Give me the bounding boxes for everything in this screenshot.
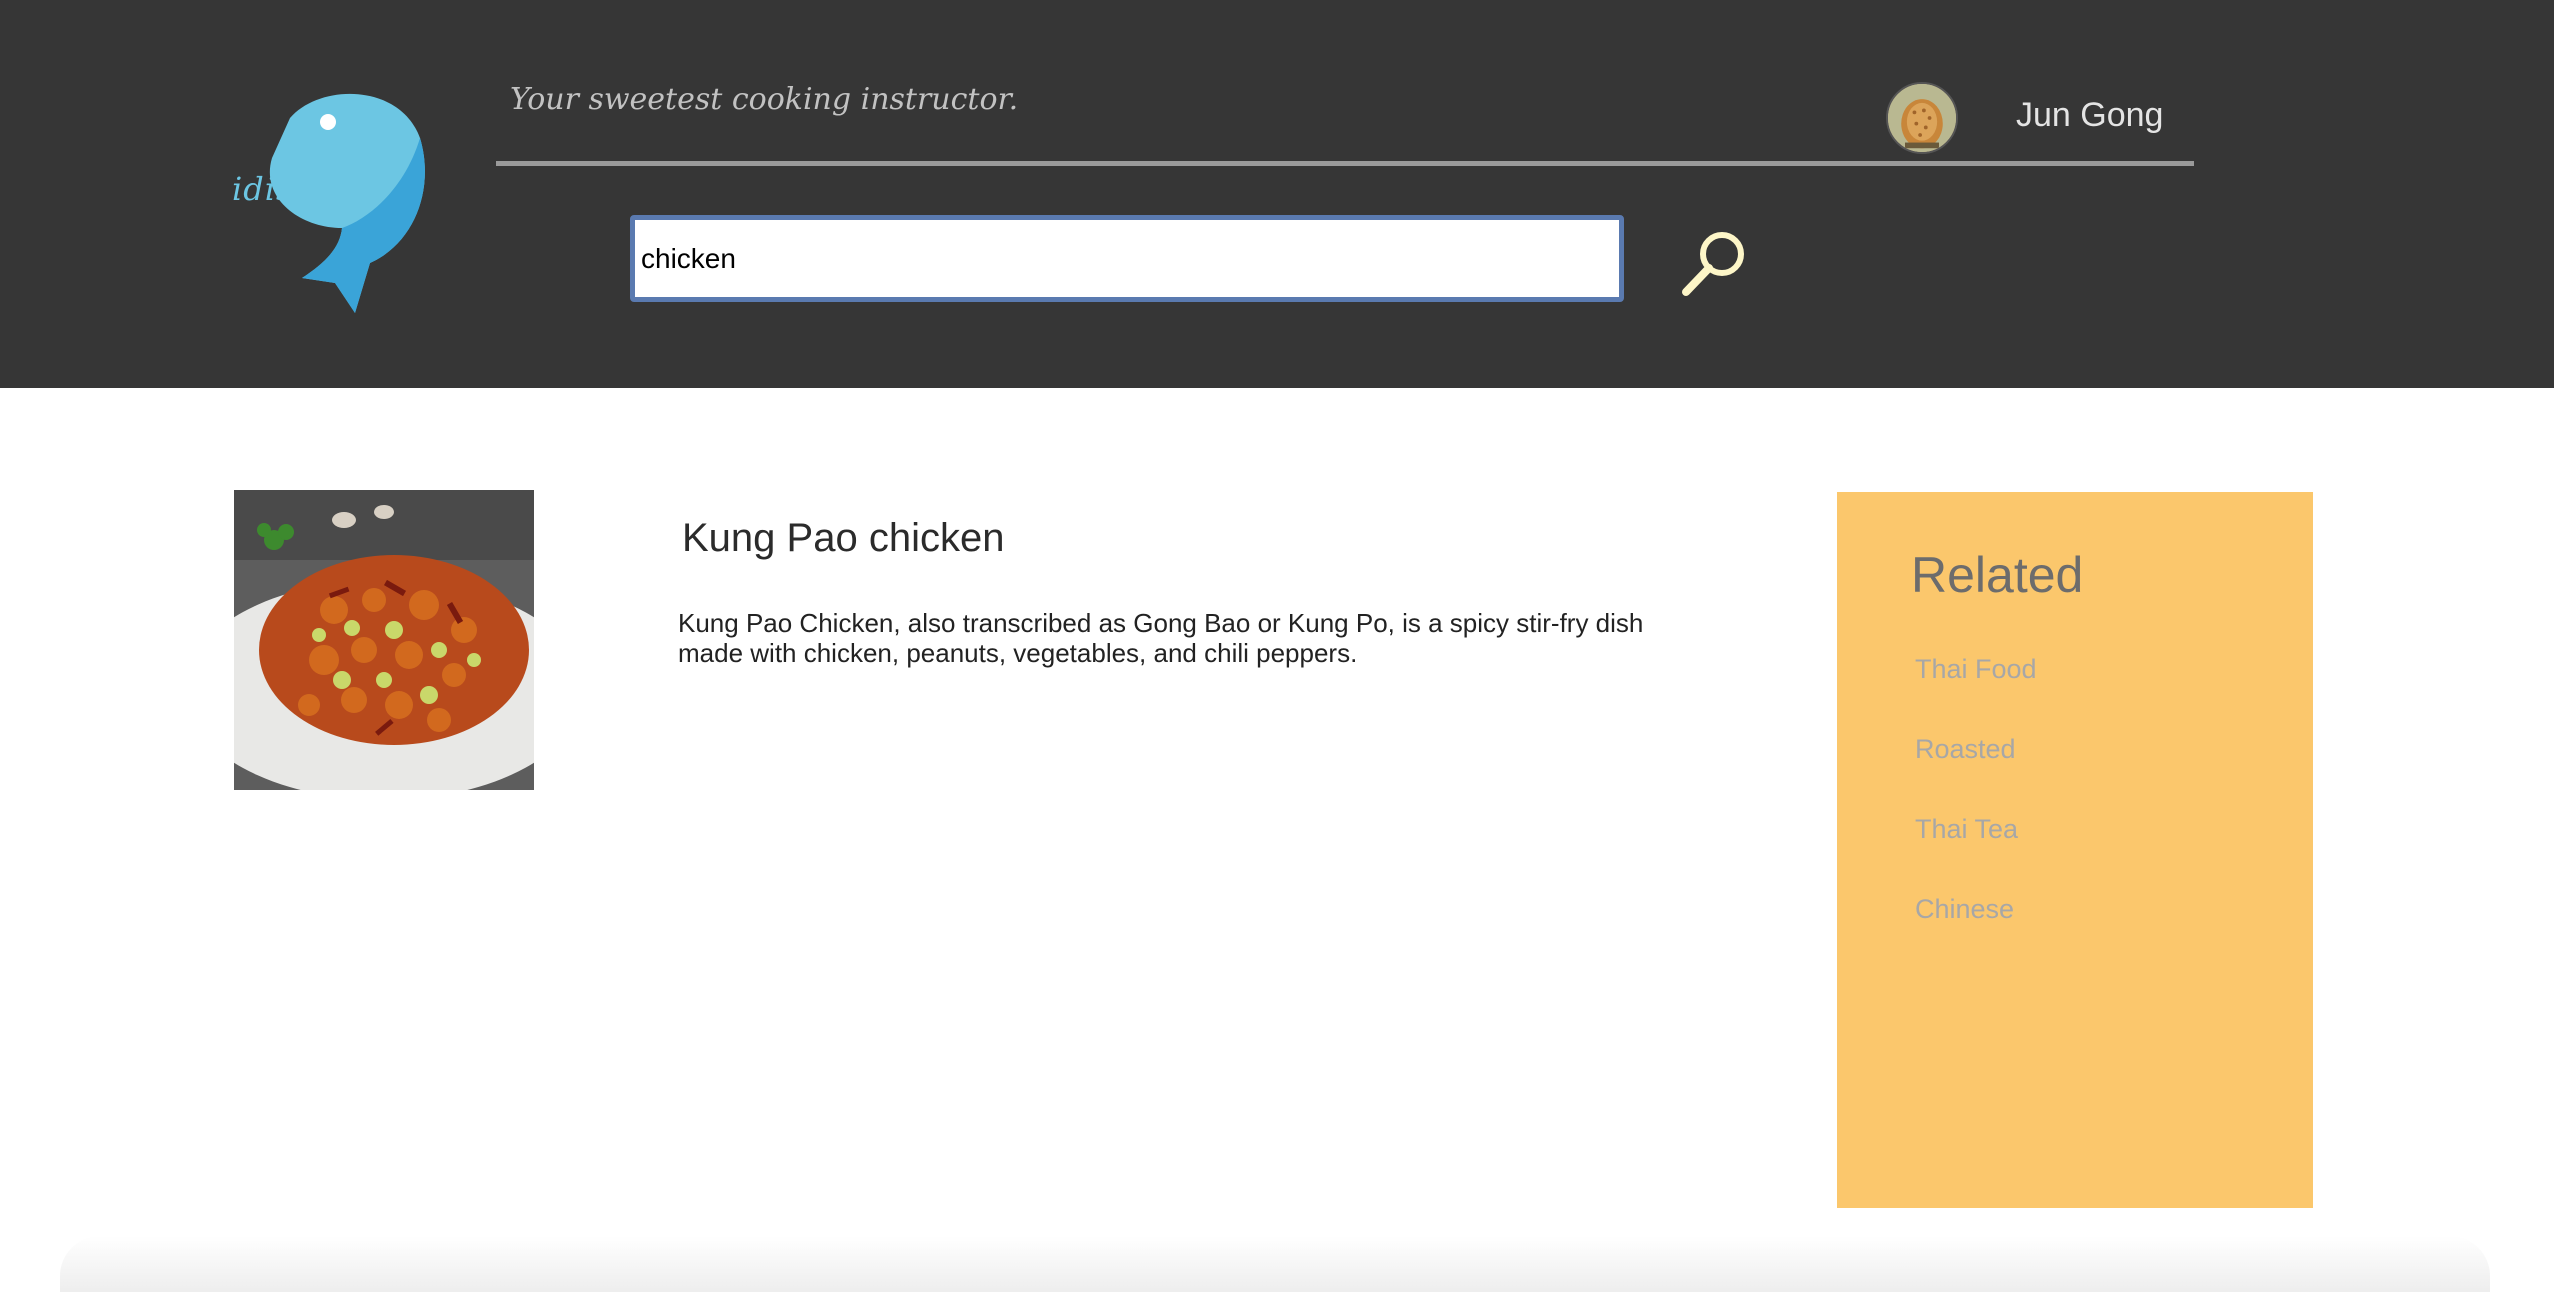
related-item-thai-tea[interactable]: Thai Tea [1915,812,2037,892]
logo-text: idish [232,170,315,208]
related-item-thai-food[interactable]: Thai Food [1915,652,2037,732]
tagline: Your sweetest cooking instructor. [510,82,1019,117]
user-name[interactable]: Jun Gong [2016,96,2163,135]
header-divider [496,161,2194,166]
related-heading: Related [1911,547,2084,603]
result-description: Kung Pao Chicken, also transcribed as Go… [678,608,1644,668]
related-item-chinese[interactable]: Chinese [1915,892,2037,972]
site-header: idish Your sweetest cooking instructor. … [0,0,2554,388]
related-panel: Related Thai Food Roasted Thai Tea Chine… [1837,492,2313,1208]
footer-shadow [60,1236,2490,1292]
related-item-roasted[interactable]: Roasted [1915,732,2037,812]
related-list: Thai Food Roasted Thai Tea Chinese [1915,652,2037,972]
result-image[interactable] [234,490,534,790]
search-icon[interactable] [1676,226,1752,298]
result-title[interactable]: Kung Pao chicken [682,516,1004,561]
search-input[interactable] [630,215,1624,302]
user-avatar-icon[interactable] [1886,82,1958,154]
